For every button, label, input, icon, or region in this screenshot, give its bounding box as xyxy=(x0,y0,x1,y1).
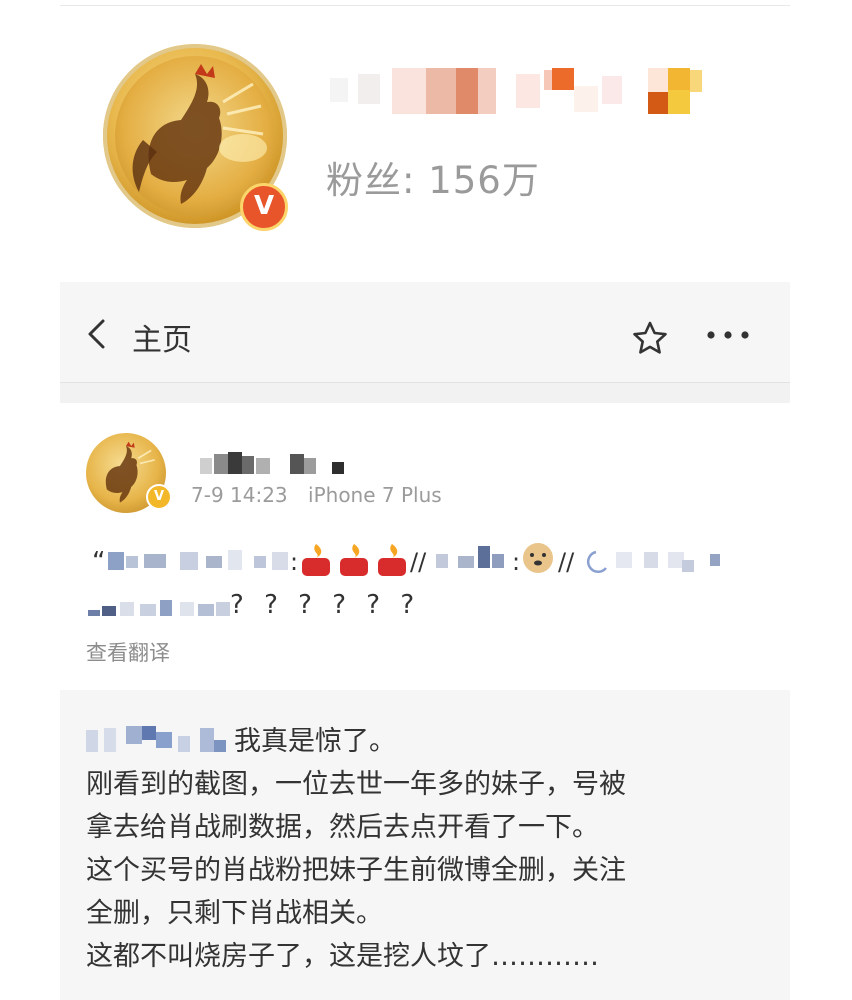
username-blurred xyxy=(330,68,702,114)
svg-text://: // xyxy=(410,548,427,576)
repost-text: 我真是惊了。 刚看到的截图，一位去世一年多的妹子，号被 拿去给肖战刷数据，然后去… xyxy=(86,720,776,978)
more-options-icon[interactable] xyxy=(705,325,751,345)
svg-text:“: “ xyxy=(92,547,105,577)
svg-text://: // xyxy=(558,548,575,576)
back-chevron-icon[interactable] xyxy=(85,318,109,350)
svg-text::: : xyxy=(512,548,520,576)
post-device: iPhone 7 Plus xyxy=(308,483,442,507)
post-question-marks: ? ? ? ? ? ? xyxy=(230,590,421,620)
verified-badge-small-icon: V xyxy=(146,484,172,510)
repost-line: 这个买号的肖战粉把妹子生前微博全删，关注 xyxy=(86,855,626,886)
verified-badge-icon: V xyxy=(240,183,288,231)
fans-count: 粉丝: 156万 xyxy=(326,159,540,202)
nav-title[interactable]: 主页 xyxy=(132,315,192,359)
repost-line: 全删，只剩下肖战相关。 xyxy=(86,898,383,929)
post-text-line-2-censored xyxy=(88,600,230,616)
candle-emoji-icon xyxy=(302,544,406,576)
post-meta: 7-9 14:23 iPhone 7 Plus xyxy=(191,483,442,507)
post-time: 7-9 14:23 xyxy=(191,483,288,507)
top-divider xyxy=(60,5,790,6)
translate-link[interactable]: 查看翻译 xyxy=(86,637,170,667)
post-author-blurred xyxy=(200,452,344,474)
repost-line: 我真是惊了。 xyxy=(234,726,396,757)
section-separator xyxy=(60,383,790,403)
star-favorite-icon[interactable] xyxy=(631,320,669,356)
doge-emoji-icon xyxy=(523,543,553,573)
post-text-line-1-censored: “ : // : // xyxy=(92,543,720,577)
repost-line: 拿去给肖战刷数据，然后去点开看了一下。 xyxy=(86,812,599,843)
repost-line: 刚看到的截图，一位去世一年多的妹子，号被 xyxy=(86,769,626,800)
svg-text::: : xyxy=(290,548,298,576)
repost-line: 这都不叫烧房子了，这是挖人坟了………… xyxy=(86,941,599,972)
